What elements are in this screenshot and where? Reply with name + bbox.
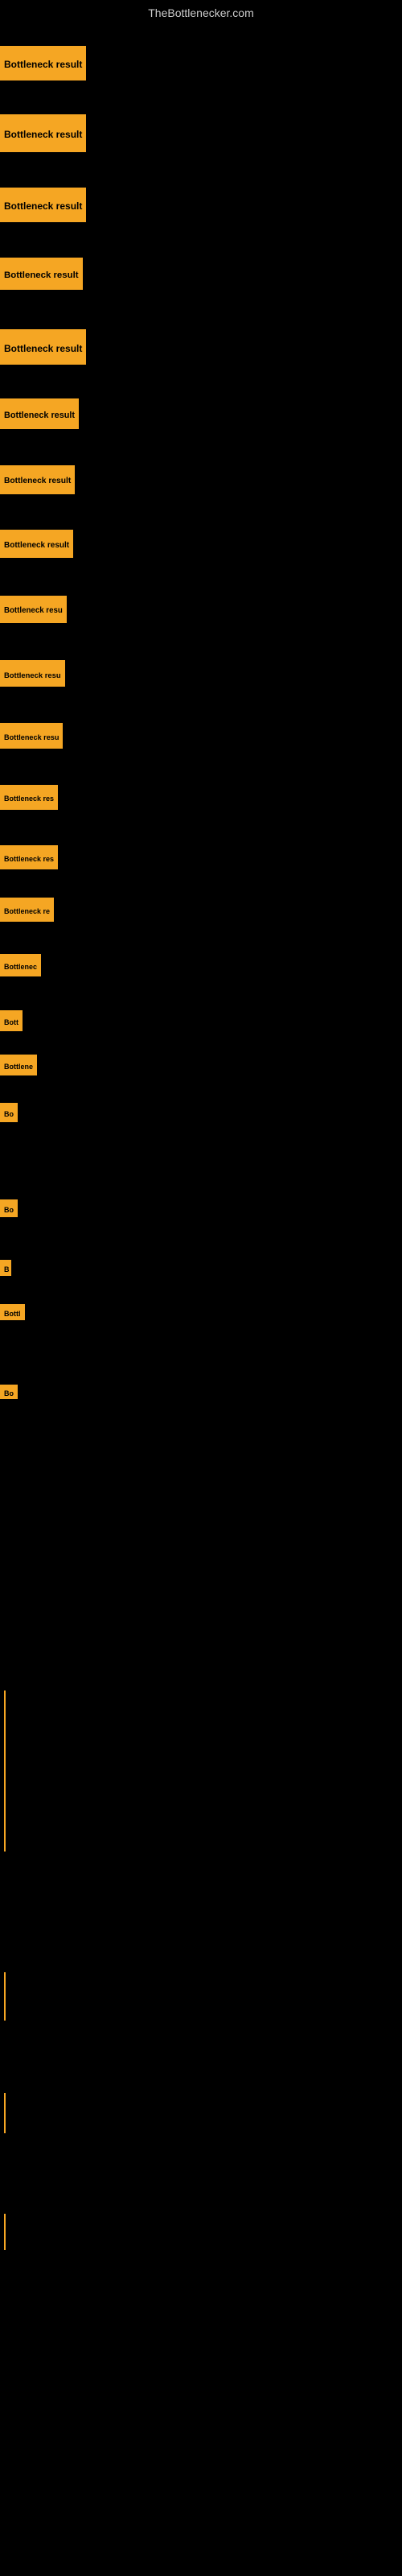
bottleneck-badge: Bottleneck res (0, 845, 58, 869)
bottleneck-badge: Bottleneck resu (0, 596, 67, 623)
bottleneck-badge: Bo (0, 1199, 18, 1217)
bottleneck-badge: Bottleneck result (0, 188, 86, 222)
bottleneck-badge: Bo (0, 1103, 18, 1122)
bottleneck-badge: Bottlenec (0, 954, 41, 976)
bottleneck-badge: Bottlene (0, 1055, 37, 1075)
bottleneck-badge: B (0, 1260, 11, 1276)
bottleneck-badge: Bottleneck resu (0, 723, 63, 749)
bottleneck-badge: Bottleneck resu (0, 660, 65, 687)
bottleneck-badge: Bottleneck result (0, 465, 75, 494)
bottleneck-badge: Bottleneck result (0, 46, 86, 80)
bottleneck-badge: Bott (0, 1010, 23, 1031)
bottleneck-badge: Bottleneck re (0, 898, 54, 922)
bottleneck-badge: Bottleneck result (0, 530, 73, 558)
vertical-line (4, 1690, 6, 1852)
vertical-line (4, 2214, 6, 2250)
site-title: TheBottlenecker.com (0, 0, 402, 26)
vertical-line (4, 2093, 6, 2133)
vertical-line (4, 1972, 6, 2021)
bottleneck-badge: Bottleneck result (0, 114, 86, 152)
bottleneck-badge: Bottleneck res (0, 785, 58, 810)
bottleneck-badge: Bo (0, 1385, 18, 1399)
bottleneck-badge: Bottleneck result (0, 258, 83, 290)
bottleneck-badge: Bottleneck result (0, 398, 79, 429)
bottleneck-badge: Bottl (0, 1304, 25, 1320)
bottleneck-badge: Bottleneck result (0, 329, 86, 365)
